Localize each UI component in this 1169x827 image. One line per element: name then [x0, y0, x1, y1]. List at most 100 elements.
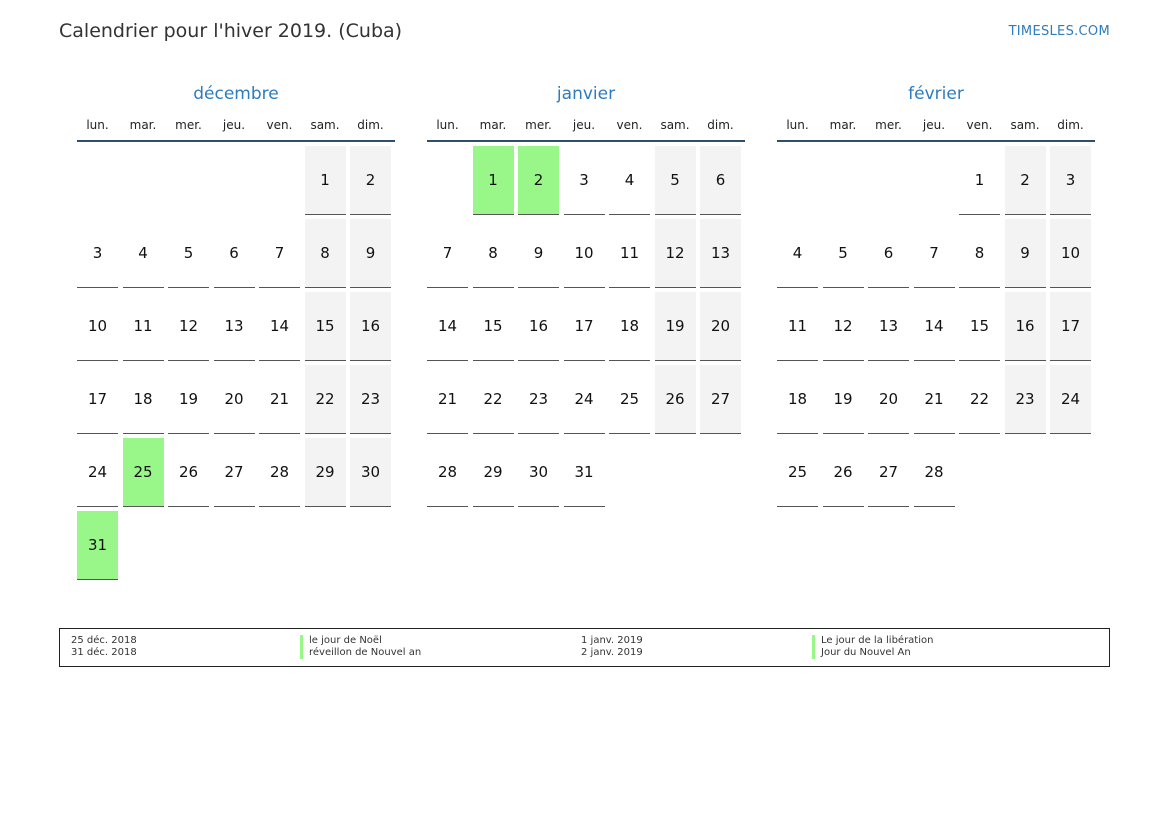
day-cell: 16	[1004, 292, 1046, 361]
legend-date: 31 déc. 2018	[71, 647, 137, 658]
weekday-label: lun.	[436, 118, 459, 132]
day-cell: 17	[77, 365, 118, 434]
weekday-header: lun. mar. mer. jeu. ven. sam. dim.	[777, 110, 1095, 142]
day-cell: 31	[563, 438, 605, 507]
month-february: février lun. mar. mer. jeu. ven. sam. di…	[777, 82, 1095, 511]
day-cell: 3	[77, 219, 118, 288]
day-cell: 24	[77, 438, 118, 507]
weekday-label: mer.	[875, 118, 902, 132]
day-cell: 28	[259, 438, 300, 507]
empty-day-cell	[777, 146, 818, 215]
weekday-label: dim.	[357, 118, 384, 132]
day-cell: 27	[213, 438, 255, 507]
weekday-label: dim.	[707, 118, 734, 132]
day-cell: 22	[472, 365, 514, 434]
day-cell: 19	[168, 365, 209, 434]
legend-names-col-1: le jour de Noël réveillon de Nouvel an	[300, 635, 421, 659]
day-grid: 1 2 3 4 5 6 7 8 9 10 11 12 13 14 15 16 17 18 19 20 21 22 23 24 2…	[77, 146, 395, 584]
weekday-label: mar.	[829, 118, 857, 132]
day-cell: 14	[427, 292, 468, 361]
day-cell: 9	[350, 219, 391, 288]
day-cell: 26	[168, 438, 209, 507]
weekday-label: sam.	[660, 118, 690, 132]
day-cell: 18	[777, 365, 818, 434]
weekday-label: ven.	[616, 118, 643, 132]
day-cell: 8	[959, 219, 1000, 288]
empty-day-cell	[168, 146, 209, 215]
day-cell: 2	[1004, 146, 1046, 215]
day-cell: 11	[609, 219, 650, 288]
day-cell: 8	[304, 219, 346, 288]
weekday-label: lun.	[786, 118, 809, 132]
day-cell: 19	[654, 292, 696, 361]
legend-dates-col-1: 25 déc. 2018 31 déc. 2018	[71, 635, 137, 659]
day-cell: 3	[563, 146, 605, 215]
day-cell: 19	[822, 365, 864, 434]
weekday-label: sam.	[310, 118, 340, 132]
day-cell: 20	[868, 365, 909, 434]
legend-holiday-name: Jour du Nouvel An	[812, 647, 933, 659]
day-cell: 25	[609, 365, 650, 434]
weekday-header: lun. mar. mer. jeu. ven. sam. dim.	[427, 110, 745, 142]
day-cell: 10	[1050, 219, 1091, 288]
day-cell: 9	[1004, 219, 1046, 288]
day-cell: 21	[259, 365, 300, 434]
day-cell: 15	[304, 292, 346, 361]
legend-dates-col-2: 1 janv. 2019 2 janv. 2019	[581, 635, 643, 659]
day-cell: 16	[350, 292, 391, 361]
day-cell: 22	[959, 365, 1000, 434]
month-title: janvier	[556, 84, 616, 104]
day-cell: 10	[77, 292, 118, 361]
day-cell: 18	[609, 292, 650, 361]
day-cell: 9	[518, 219, 559, 288]
day-cell: 23	[350, 365, 391, 434]
legend-date: 25 déc. 2018	[71, 635, 137, 646]
weekday-label: jeu.	[572, 118, 596, 132]
holiday-day-cell: 2	[518, 146, 559, 215]
day-cell: 8	[472, 219, 514, 288]
month-title: décembre	[193, 84, 279, 104]
day-cell: 14	[259, 292, 300, 361]
weekday-label: sam.	[1010, 118, 1040, 132]
day-cell: 23	[518, 365, 559, 434]
day-cell: 23	[1004, 365, 1046, 434]
legend-date: 1 janv. 2019	[581, 635, 643, 646]
day-cell: 5	[822, 219, 864, 288]
month-december: décembre lun. mar. mer. jeu. ven. sam. d…	[77, 82, 395, 584]
day-cell: 4	[609, 146, 650, 215]
legend-names-col-2: Le jour de la libération Jour du Nouvel …	[812, 635, 933, 659]
day-cell: 13	[868, 292, 909, 361]
day-cell: 30	[350, 438, 391, 507]
empty-day-cell	[214, 146, 255, 215]
holiday-day-cell: 1	[472, 146, 514, 215]
day-cell: 6	[700, 146, 741, 215]
holiday-legend: 25 déc. 2018 31 déc. 2018 le jour de Noë…	[59, 628, 1110, 667]
brand-link[interactable]: TIMESLES.COM	[1009, 24, 1110, 39]
day-cell: 4	[122, 219, 164, 288]
empty-day-cell	[427, 146, 468, 215]
weekday-header: lun. mar. mer. jeu. ven. sam. dim.	[77, 110, 395, 142]
legend-holiday-name: le jour de Noël	[300, 635, 421, 647]
weekday-label: mer.	[525, 118, 552, 132]
day-cell: 10	[563, 219, 605, 288]
day-cell: 25	[777, 438, 818, 507]
day-cell: 21	[427, 365, 468, 434]
day-cell: 15	[959, 292, 1000, 361]
day-cell: 12	[168, 292, 209, 361]
empty-day-cell	[259, 146, 300, 215]
day-cell: 20	[213, 365, 255, 434]
weekday-label: mer.	[175, 118, 202, 132]
day-cell: 13	[213, 292, 255, 361]
day-cell: 2	[350, 146, 391, 215]
day-cell: 6	[868, 219, 909, 288]
empty-day-cell	[868, 146, 909, 215]
day-cell: 17	[1050, 292, 1091, 361]
day-cell: 1	[304, 146, 346, 215]
weekday-label: mar.	[479, 118, 507, 132]
day-cell: 3	[1050, 146, 1091, 215]
weekday-label: ven.	[966, 118, 993, 132]
day-cell: 17	[563, 292, 605, 361]
day-cell: 20	[700, 292, 741, 361]
holiday-day-cell: 25	[122, 438, 164, 507]
weekday-label: mar.	[129, 118, 157, 132]
